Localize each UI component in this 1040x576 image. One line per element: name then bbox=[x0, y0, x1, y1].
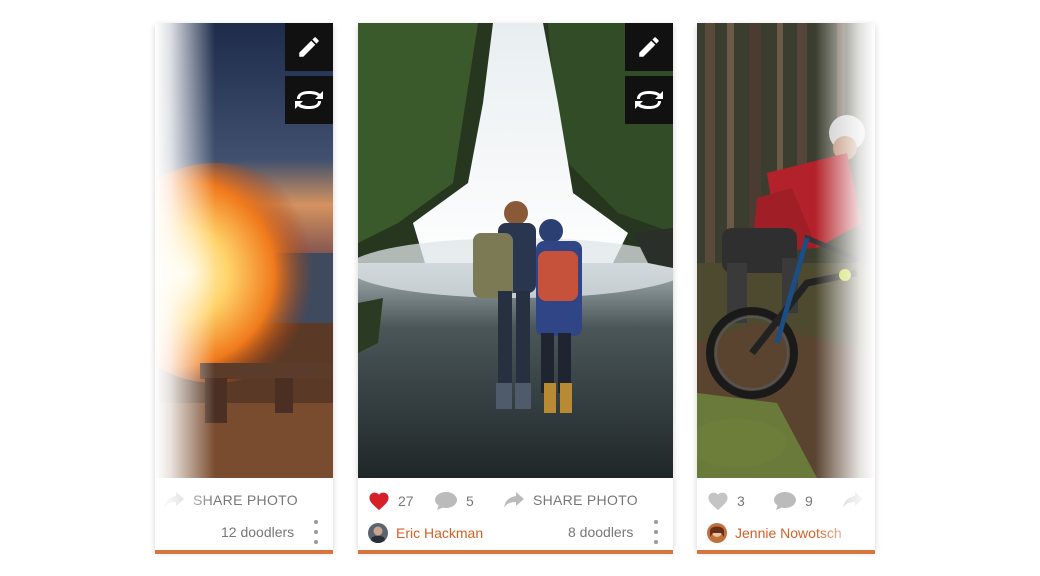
left-fade-overlay bbox=[155, 478, 215, 550]
heart-icon bbox=[708, 492, 728, 511]
pencil-icon bbox=[639, 37, 659, 57]
comment-button[interactable]: 5 bbox=[434, 491, 474, 511]
comment-icon bbox=[435, 492, 457, 510]
avatar bbox=[368, 523, 388, 543]
doodlers-count[interactable]: 12 doodlers bbox=[221, 524, 294, 540]
edit-button[interactable] bbox=[285, 23, 333, 71]
card-footer: SHARE PHOTO 12 doodlers bbox=[155, 478, 333, 550]
user-name: Eric Hackman bbox=[396, 525, 484, 541]
rotate-button[interactable] bbox=[625, 76, 673, 124]
pencil-icon bbox=[299, 37, 319, 57]
share-arrow-icon bbox=[164, 492, 184, 508]
rotate-button[interactable] bbox=[285, 76, 333, 124]
share-photo-button[interactable] bbox=[842, 491, 864, 509]
share-photo-button[interactable]: SHARE PHOTO bbox=[503, 491, 638, 509]
like-count: 27 bbox=[398, 493, 414, 509]
comment-button[interactable]: 9 bbox=[773, 491, 813, 511]
comment-icon bbox=[774, 492, 796, 510]
rotate-icon bbox=[295, 91, 323, 109]
card-footer: 3 9 Jennie Nowotsch bbox=[697, 478, 875, 550]
like-button[interactable]: 3 bbox=[707, 491, 745, 511]
photo-card-center: 27 5 SHARE PHOTO Eric Hackman 8 doodlers bbox=[358, 23, 673, 550]
rotate-icon bbox=[635, 91, 663, 109]
heart-icon bbox=[369, 492, 389, 511]
like-button[interactable]: 27 bbox=[368, 491, 414, 511]
more-vertical-icon[interactable] bbox=[653, 520, 659, 544]
user-link[interactable]: Eric Hackman bbox=[368, 523, 483, 543]
share-arrow-icon bbox=[504, 492, 524, 508]
more-vertical-icon[interactable] bbox=[313, 520, 319, 544]
doodlers-count[interactable]: 8 doodlers bbox=[568, 524, 633, 540]
card-footer: 27 5 SHARE PHOTO Eric Hackman 8 doodlers bbox=[358, 478, 673, 550]
comment-count: 9 bbox=[805, 493, 813, 509]
share-arrow-icon bbox=[843, 492, 863, 508]
like-count: 3 bbox=[737, 493, 745, 509]
comment-count: 5 bbox=[466, 493, 474, 509]
photo-card-right: 3 9 Jennie Nowotsch bbox=[697, 23, 875, 550]
user-name: Jennie Nowotsch bbox=[735, 525, 842, 541]
share-photo-button[interactable]: SHARE PHOTO bbox=[163, 491, 298, 509]
mountain-biker-photo[interactable] bbox=[697, 23, 875, 478]
share-label: SHARE PHOTO bbox=[533, 492, 638, 508]
avatar bbox=[707, 523, 727, 543]
edit-button[interactable] bbox=[625, 23, 673, 71]
share-label: SHARE PHOTO bbox=[193, 492, 298, 508]
user-link[interactable]: Jennie Nowotsch bbox=[707, 523, 842, 543]
photo-card-left: SHARE PHOTO 12 doodlers bbox=[155, 23, 333, 550]
